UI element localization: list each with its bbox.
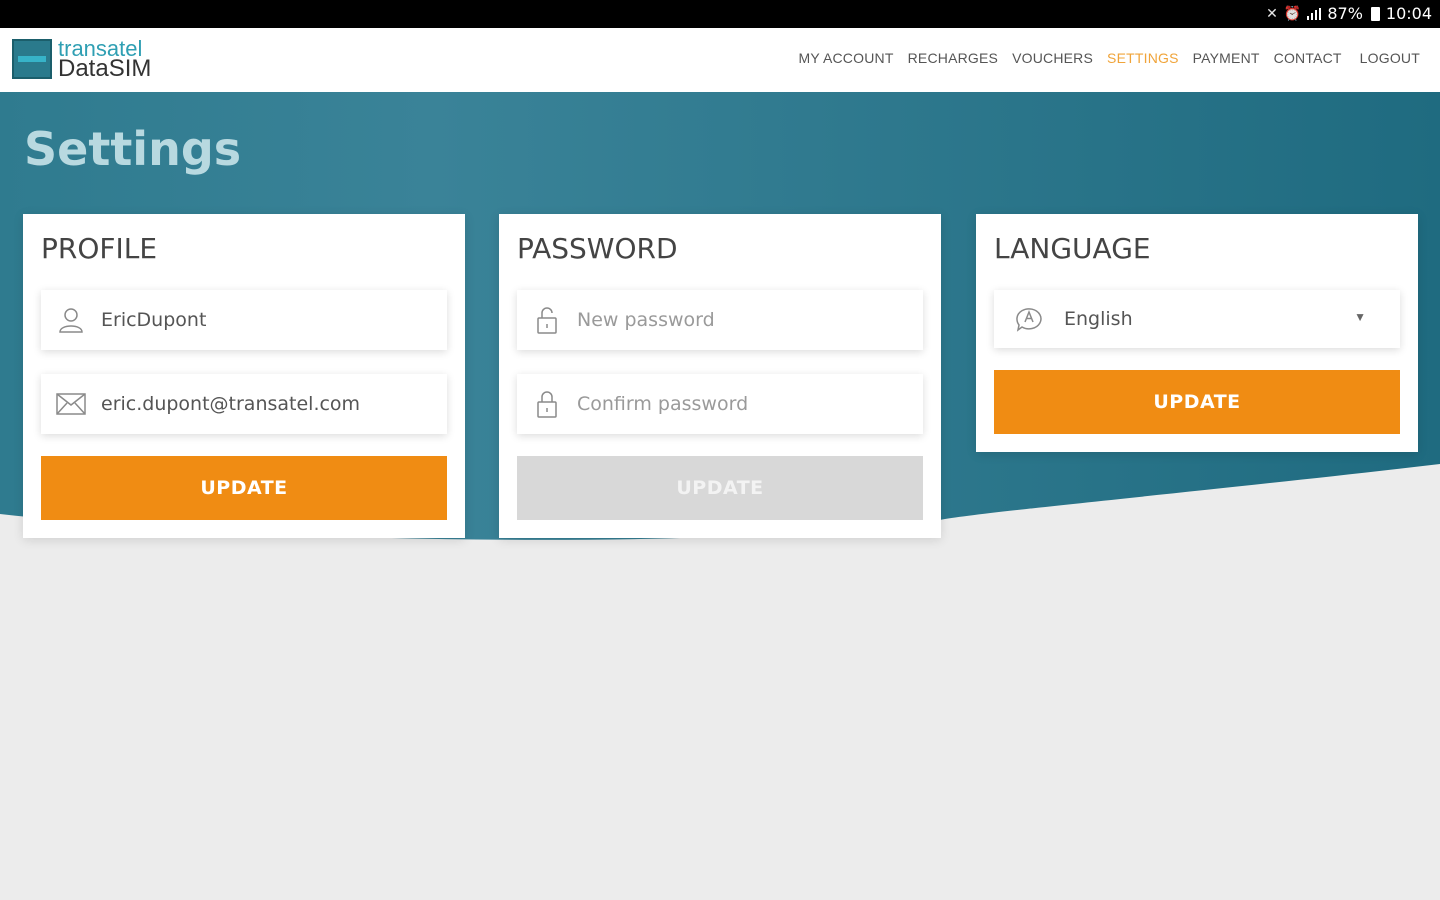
password-card: PASSWORD UPDATE	[499, 214, 941, 538]
language-update-button[interactable]: UPDATE	[994, 370, 1400, 434]
chevron-down-icon: ▼	[1354, 310, 1366, 324]
envelope-icon	[41, 393, 101, 415]
language-icon	[994, 306, 1064, 332]
username-input[interactable]	[101, 309, 421, 331]
password-title: PASSWORD	[517, 232, 678, 265]
brand-logo[interactable]: transatel DataSIM	[12, 38, 152, 82]
profile-title: PROFILE	[41, 232, 158, 265]
nav-settings[interactable]: SETTINGS	[1107, 50, 1179, 66]
app-header: transatel DataSIM MY ACCOUNT RECHARGES V…	[0, 28, 1440, 92]
main-nav: MY ACCOUNT RECHARGES VOUCHERS SETTINGS P…	[799, 50, 1421, 66]
nav-my-account[interactable]: MY ACCOUNT	[799, 50, 894, 66]
sim-card-icon	[12, 39, 52, 79]
nav-recharges[interactable]: RECHARGES	[908, 50, 998, 66]
nav-payment[interactable]: PAYMENT	[1193, 50, 1260, 66]
mute-icon: ✕	[1266, 5, 1278, 22]
nav-logout[interactable]: LOGOUT	[1360, 50, 1420, 66]
battery-percent: 87%	[1327, 4, 1363, 23]
nav-contact[interactable]: CONTACT	[1274, 50, 1342, 66]
status-indicators: ✕ ⏰ 87% 10:04	[1266, 4, 1432, 23]
confirm-password-field[interactable]	[517, 374, 923, 434]
confirm-password-input[interactable]	[577, 393, 897, 415]
profile-update-button[interactable]: UPDATE	[41, 456, 447, 520]
username-field[interactable]	[41, 290, 447, 350]
language-selected: English	[1064, 308, 1133, 330]
signal-icon	[1307, 7, 1322, 20]
email-input[interactable]	[101, 393, 421, 415]
language-select[interactable]: English ▼	[994, 290, 1400, 348]
status-bar: ✕ ⏰ 87% 10:04	[0, 0, 1440, 28]
password-update-button[interactable]: UPDATE	[517, 456, 923, 520]
page-title: Settings	[24, 122, 242, 176]
battery-icon	[1370, 6, 1380, 21]
email-field[interactable]	[41, 374, 447, 434]
nav-vouchers[interactable]: VOUCHERS	[1012, 50, 1093, 66]
brand-product: DataSIM	[58, 55, 152, 82]
new-password-field[interactable]	[517, 290, 923, 350]
alarm-icon: ⏰	[1283, 5, 1302, 22]
user-icon	[41, 306, 101, 334]
language-card: LANGUAGE English ▼ UPDATE	[976, 214, 1418, 452]
language-title: LANGUAGE	[994, 232, 1151, 265]
profile-card: PROFILE UPDATE	[23, 214, 465, 538]
new-password-input[interactable]	[577, 309, 897, 331]
lock-icon	[517, 389, 577, 419]
unlock-icon	[517, 305, 577, 335]
clock: 10:04	[1385, 4, 1432, 23]
